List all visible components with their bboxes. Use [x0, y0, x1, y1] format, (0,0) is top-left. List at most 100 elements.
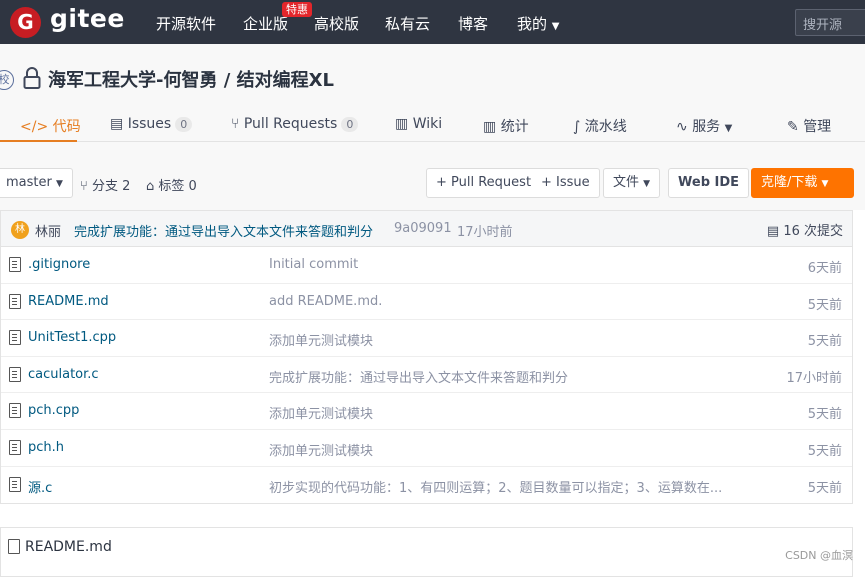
nav-open-source[interactable]: 开源软件 — [156, 13, 216, 34]
caret-down-icon: ▼ — [821, 179, 829, 189]
caret-down-icon: ▼ — [551, 21, 560, 32]
gitee-logo-icon[interactable]: G — [10, 7, 41, 38]
nav-university[interactable]: 高校版 — [314, 13, 359, 34]
file-name[interactable]: .gitignore — [28, 257, 90, 272]
tab-wiki-label: Wiki — [412, 116, 443, 132]
file-time: 5天前 — [807, 443, 842, 459]
caret-down-icon: ▼ — [55, 179, 63, 189]
tab-code-label: 代码 — [52, 119, 81, 135]
active-tab-indicator — [0, 140, 77, 142]
caret-down-icon: ▼ — [643, 179, 651, 189]
avatar[interactable]: 林 — [11, 221, 29, 239]
tab-service[interactable]: ∿ 服务 ▼ — [676, 116, 732, 136]
file-name[interactable]: UnitTest1.cpp — [28, 330, 116, 345]
file-commit-message[interactable]: Initial commit — [269, 257, 358, 272]
branch-label: master — [6, 175, 52, 190]
tab-manage-label: 管理 — [803, 119, 832, 135]
table-row: .gitignore Initial commit 6天前 — [1, 247, 852, 284]
commit-message[interactable]: 完成扩展功能：通过导出导入文本文件来答题和判分 — [74, 221, 373, 240]
table-row: pch.cpp 添加单元测试模块 5天前 — [1, 393, 852, 430]
file-icon — [9, 257, 21, 272]
new-pull-request-button[interactable]: + Pull Request — [426, 168, 542, 198]
repo-title[interactable]: 海军工程大学-何智勇 / 结对编程XL — [48, 66, 334, 92]
latest-commit-bar: 林 林丽 完成扩展功能：通过导出导入文本文件来答题和判分 9a09091 17小… — [0, 210, 853, 247]
nav-private-cloud[interactable]: 私有云 — [385, 13, 430, 34]
new-issue-button[interactable]: + Issue — [532, 168, 600, 198]
file-commit-message[interactable]: 添加单元测试模块 — [269, 330, 373, 349]
gitee-logo-text[interactable]: gitee — [50, 4, 125, 33]
tags-label: 标签 0 — [158, 179, 197, 194]
tab-code[interactable]: </> 代码 — [20, 116, 81, 136]
pipeline-icon: ∫ — [573, 119, 581, 135]
code-icon: </> — [20, 119, 49, 135]
tab-manage[interactable]: ✎ 管理 — [787, 116, 831, 136]
tab-issues-label: Issues — [127, 116, 172, 132]
service-icon: ∿ — [676, 119, 688, 135]
file-commit-message[interactable]: 添加单元测试模块 — [269, 403, 373, 422]
file-icon — [9, 366, 21, 382]
table-row: 源.c 初步实现的代码功能：1、有四则运算；2、题目数量可以指定；3、运算数在.… — [1, 466, 852, 504]
wiki-icon: ▥ — [395, 116, 409, 132]
file-name[interactable]: README.md — [28, 294, 109, 309]
nav-mine[interactable]: 我的 ▼ — [517, 13, 560, 34]
branches-label: 分支 2 — [91, 179, 131, 194]
lock-icon — [23, 66, 41, 90]
tags-link[interactable]: ⌂ 标签 0 — [146, 175, 197, 194]
caret-down-icon: ▼ — [724, 123, 733, 134]
branches-link[interactable]: ⑂ 分支 2 — [80, 175, 130, 194]
tab-issues[interactable]: ▤ Issues 0 — [110, 116, 193, 132]
web-ide-button[interactable]: Web IDE — [668, 168, 750, 198]
branch-select[interactable]: master ▼ — [0, 168, 73, 198]
readme-title: README.md — [25, 539, 112, 555]
hot-badge: 特惠 — [282, 2, 312, 17]
clone-download-button[interactable]: 克隆/下载 ▼ — [751, 168, 854, 198]
file-name[interactable]: 源.c — [28, 477, 52, 496]
file-icon — [9, 476, 21, 492]
tab-pull-requests[interactable]: ⑂ Pull Requests 0 — [231, 116, 359, 132]
manage-icon: ✎ — [787, 119, 799, 135]
nav-mine-label: 我的 — [517, 15, 548, 33]
commit-count-link[interactable]: ▤ 16 次提交 — [767, 220, 843, 239]
file-time: 5天前 — [807, 297, 842, 313]
tag-icon: ⌂ — [146, 179, 155, 194]
branch-icon: ⑂ — [80, 179, 88, 194]
table-row: README.md add README.md. 5天前 — [1, 283, 852, 321]
nav-enterprise[interactable]: 企业版 — [243, 13, 288, 34]
commit-hash[interactable]: 9a09091 — [394, 221, 452, 236]
file-commit-message[interactable]: 完成扩展功能：通过导出导入文本文件来答题和判分 — [269, 367, 568, 386]
repo-tabs: </> 代码 ▤ Issues 0 ⑂ Pull Requests 0 ▥ Wiki… — [0, 108, 865, 142]
tab-pipeline[interactable]: ∫ 流水线 — [573, 116, 627, 136]
file-commit-message[interactable]: add README.md. — [269, 294, 382, 309]
issues-icon: ▤ — [110, 116, 124, 132]
commit-author[interactable]: 林丽 — [35, 221, 61, 240]
tab-stats-label: 统计 — [500, 119, 529, 135]
tab-pipeline-label: 流水线 — [584, 119, 627, 135]
pull-requests-count: 0 — [341, 117, 359, 132]
table-row: caculator.c 完成扩展功能：通过导出导入文本文件来答题和判分 17小时… — [1, 356, 852, 394]
commit-time: 17小时前 — [457, 225, 513, 240]
file-list: .gitignore Initial commit 6天前 README.md … — [0, 247, 853, 505]
tab-service-label: 服务 — [692, 119, 721, 135]
tab-stats[interactable]: ▥ 统计 — [483, 116, 529, 136]
top-navbar: G gitee 开源软件 企业版 特惠 高校版 私有云 博客 我的 ▼ 搜开源 — [0, 0, 865, 44]
pull-request-icon: ⑂ — [231, 116, 240, 132]
nav-blog[interactable]: 博客 — [458, 13, 488, 34]
readme-file-icon — [8, 539, 20, 554]
clone-download-label: 克隆/下载 — [761, 175, 818, 190]
file-time: 17小时前 — [786, 370, 842, 386]
file-commit-message[interactable]: 初步实现的代码功能：1、有四则运算；2、题目数量可以指定；3、运算数在... — [269, 477, 722, 496]
file-name[interactable]: pch.h — [28, 440, 64, 455]
tab-wiki[interactable]: ▥ Wiki — [395, 116, 442, 132]
file-menu-button[interactable]: 文件 ▼ — [603, 168, 661, 198]
tab-pull-requests-label: Pull Requests — [243, 116, 338, 132]
file-time: 6天前 — [807, 261, 842, 276]
file-name[interactable]: caculator.c — [28, 367, 99, 382]
stats-icon: ▥ — [483, 119, 497, 135]
table-row: pch.h 添加单元测试模块 5天前 — [1, 429, 852, 467]
file-icon — [9, 403, 21, 419]
file-commit-message[interactable]: 添加单元测试模块 — [269, 440, 373, 459]
watermark: CSDN @血溟 — [785, 549, 853, 562]
file-name[interactable]: pch.cpp — [28, 403, 79, 418]
search-input[interactable]: 搜开源 — [795, 9, 865, 36]
file-icon — [9, 293, 21, 309]
